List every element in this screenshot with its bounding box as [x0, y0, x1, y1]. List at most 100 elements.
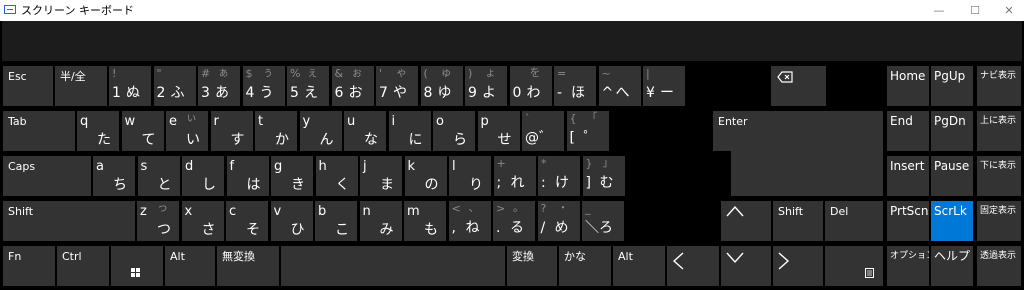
key-y[interactable]: yん: [299, 111, 342, 151]
nav-key-3-2[interactable]: 固定表示: [977, 201, 1021, 241]
key-shift-symbol: =: [557, 67, 567, 80]
nav-key-4-0[interactable]: オプション: [887, 246, 929, 286]
key-z[interactable]: zっつ: [137, 201, 179, 241]
key-kana: こ: [335, 222, 349, 238]
key-base-char: 2: [156, 85, 166, 101]
key-del[interactable]: Del: [825, 201, 883, 241]
key-h[interactable]: hく: [315, 156, 358, 196]
key-x[interactable]: xさ: [181, 201, 224, 241]
key-alt[interactable]: Alt: [165, 246, 215, 286]
nav-key-3-1[interactable]: ScrLk: [931, 201, 973, 241]
nav-key-1-1[interactable]: PgDn: [931, 111, 973, 151]
minimize-button[interactable]: —: [922, 0, 956, 21]
key-lbracket[interactable]: {「 [゜: [566, 111, 609, 151]
key-kana[interactable]: かな: [559, 246, 611, 286]
nav-key-2-2[interactable]: 下に表示: [977, 156, 1021, 196]
key-letter: t: [258, 114, 264, 129]
key-5[interactable]: % ぇ 5 え: [287, 66, 329, 106]
key-muhenkan[interactable]: 無変換: [217, 246, 279, 286]
nav-key-0-0[interactable]: Home: [887, 66, 929, 106]
key-backspace-icon[interactable]: [771, 66, 826, 106]
key-kana: も: [424, 222, 438, 238]
key-arrow-left-icon[interactable]: [667, 246, 719, 286]
nav-key-0-2[interactable]: ナビ表示: [977, 66, 1021, 106]
key-e[interactable]: eぃい: [166, 111, 208, 151]
key-q[interactable]: qた: [77, 111, 119, 151]
key-p[interactable]: pせ: [477, 111, 520, 151]
key-arrow-down-icon[interactable]: [721, 246, 771, 286]
nav-key-2-0[interactable]: Insert: [887, 156, 929, 196]
key-alt[interactable]: Alt: [613, 246, 665, 286]
key-shift[interactable]: Shift: [3, 201, 135, 241]
key-blank[interactable]: [281, 246, 505, 286]
key-n[interactable]: nみ: [359, 201, 402, 241]
key-s[interactable]: sと: [137, 156, 180, 196]
key-caps[interactable]: Caps: [3, 156, 91, 196]
key-8[interactable]: (ゅ 8 ゆ: [420, 66, 463, 106]
key-kana: ち: [113, 177, 127, 193]
key-caret[interactable]: ~ ^ へ: [598, 66, 641, 106]
key-c[interactable]: cそ: [226, 201, 268, 241]
key-ctrl[interactable]: Ctrl: [57, 246, 109, 286]
key-fn[interactable]: Fn: [3, 246, 55, 286]
key-arrow-up-icon[interactable]: [721, 201, 771, 241]
key-kana: け: [555, 175, 569, 191]
key-w[interactable]: wて: [121, 111, 164, 151]
key-kana: せ: [497, 132, 512, 148]
key-b[interactable]: bこ: [315, 201, 357, 241]
nav-key-4-1[interactable]: ヘルプ: [931, 246, 973, 286]
key-esc[interactable]: Esc: [3, 66, 53, 106]
key-enter[interactable]: Enter: [713, 111, 883, 151]
key-shift[interactable]: Shift: [773, 201, 823, 241]
nav-key-2-1[interactable]: Pause: [931, 156, 973, 196]
key-m[interactable]: mも: [404, 201, 446, 241]
key-letter: p: [480, 114, 489, 129]
key-l[interactable]: lり: [449, 156, 491, 196]
key-henkan[interactable]: 変換: [507, 246, 557, 286]
key-j[interactable]: jま: [360, 156, 402, 196]
key-3[interactable]: # ぁ 3 あ: [198, 66, 240, 106]
key-d[interactable]: dし: [182, 156, 224, 196]
key-v[interactable]: vひ: [270, 201, 313, 241]
enter-key-lower[interactable]: [731, 151, 883, 196]
key-at[interactable]: ` @ ゛: [522, 111, 564, 151]
close-button[interactable]: ✕: [992, 0, 1024, 21]
nav-key-4-2[interactable]: 透過表示: [977, 246, 1021, 286]
key-arrow-right-icon[interactable]: [773, 246, 823, 286]
key-backslash[interactable]: _ ＼ ろ: [582, 201, 624, 241]
maximize-button[interactable]: ☐: [958, 0, 992, 21]
key-comma[interactable]: < 、, ね: [448, 201, 491, 241]
key-label: 変換: [512, 250, 534, 263]
key-tab[interactable]: Tab: [3, 111, 75, 151]
key-g[interactable]: gき: [271, 156, 313, 196]
nav-key-0-1[interactable]: PgUp: [931, 66, 973, 106]
nav-key-1-0[interactable]: End: [887, 111, 929, 151]
key-i[interactable]: iに: [388, 111, 431, 151]
key-a[interactable]: aち: [93, 156, 135, 196]
key-menu-icon[interactable]: [825, 246, 883, 286]
key-f[interactable]: fは: [226, 156, 269, 196]
key-slash[interactable]: ? ・ / め: [537, 201, 580, 241]
key-6[interactable]: & ぉ 6 お: [331, 66, 374, 106]
nav-key-3-0[interactable]: PrtScn: [887, 201, 929, 241]
key-2[interactable]: " 2 ふ: [153, 66, 196, 106]
key-t[interactable]: tか: [255, 111, 297, 151]
key-period[interactable]: > 。. る: [493, 201, 535, 241]
key-o[interactable]: oら: [433, 111, 475, 151]
key-windows-icon[interactable]: [111, 246, 163, 286]
key-hankaku[interactable]: 半/全: [55, 66, 107, 106]
key-0[interactable]: を0わ: [509, 66, 552, 106]
key-9[interactable]: ) ょ 9 よ: [465, 66, 507, 106]
nav-key-1-2[interactable]: 上に表示: [977, 111, 1021, 151]
key-r[interactable]: rす: [210, 111, 253, 151]
key-yen[interactable]: | ¥ ー: [643, 66, 685, 106]
key-rbracket[interactable]: } 」] む: [582, 156, 625, 196]
key-4[interactable]: $ ぅ 4 う: [242, 66, 285, 106]
key-colon[interactable]: *: け: [538, 156, 580, 196]
key-u[interactable]: uな: [344, 111, 386, 151]
key-7[interactable]: ' ゃ 7 や: [376, 66, 418, 106]
key-minus[interactable]: = - ほ: [554, 66, 596, 106]
key-1[interactable]: ! 1 ぬ: [109, 66, 151, 106]
key-semicolon[interactable]: +; れ: [493, 156, 536, 196]
key-k[interactable]: kの: [404, 156, 447, 196]
